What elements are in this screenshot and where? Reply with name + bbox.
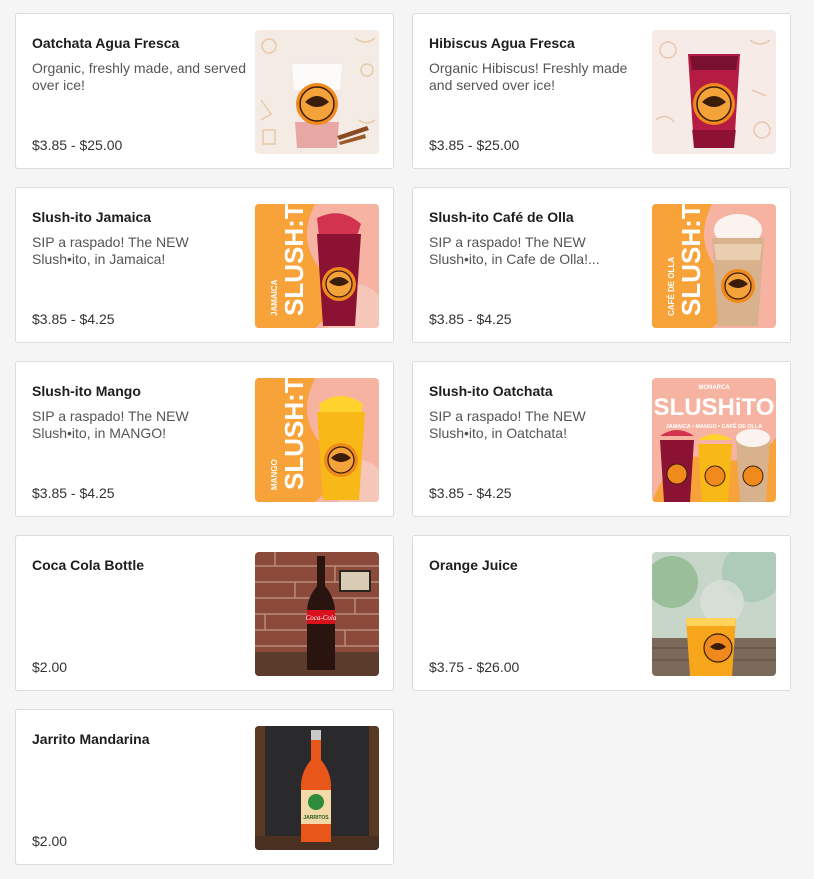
svg-text:Coca-Cola: Coca-Cola: [306, 614, 337, 622]
item-description: Organic Hibiscus! Freshly made and serve…: [429, 60, 628, 93]
item-price: $2.00: [32, 659, 68, 675]
item-price: $3.85 - $4.25: [429, 485, 512, 501]
svg-text:JAMAICA: JAMAICA: [270, 279, 279, 316]
item-price: $3.75 - $26.00: [429, 659, 520, 675]
item-price: $3.85 - $25.00: [429, 137, 520, 153]
slushito-logo: SLUSH:TO: [279, 204, 309, 316]
item-title: Oatchata Agua Fresca: [32, 35, 180, 51]
item-title: Slush-ito Oatchata: [429, 383, 553, 399]
svg-text:MANGO: MANGO: [270, 459, 279, 490]
item-title: Coca Cola Bottle: [32, 557, 145, 573]
item-description: SIP a raspado! The NEW Slush•ito, in Caf…: [429, 234, 600, 267]
menu-item-card[interactable]: Jarrito Mandarina $2.00 JARRITOS: [15, 709, 394, 865]
menu-item-card[interactable]: Coca Cola Bottle $2.00 Coca-Cola: [15, 535, 394, 691]
menu-item-card[interactable]: Slush-ito Jamaica SIP a raspado! The NEW…: [15, 187, 394, 343]
coca-cola-bottle-photo: Coca-Cola: [255, 552, 379, 676]
jarrito-bottle-photo: JARRITOS: [255, 726, 379, 850]
orange-juice-photo: [652, 552, 776, 676]
slushito-trio-photo: MONARCA SLUSHiTO JAMAICA • MANGO • CAFÉ …: [652, 378, 776, 502]
item-price: $3.85 - $4.25: [32, 485, 115, 501]
svg-text:JAMAICA • MANGO • CAFÉ DE OLLA: JAMAICA • MANGO • CAFÉ DE OLLA: [666, 422, 763, 430]
menu-item-card[interactable]: Hibiscus Agua Fresca Organic Hibiscus! F…: [412, 13, 791, 169]
item-price: $2.00: [32, 833, 68, 849]
svg-text:JARRITOS: JARRITOS: [303, 815, 329, 821]
oatchata-cup-photo: [255, 30, 379, 154]
slushito-cafe-photo: SLUSH:TO CAFÉ DE OLLA: [652, 204, 776, 328]
item-title: Hibiscus Agua Fresca: [429, 35, 575, 51]
slushito-mango-photo: SLUSH:TO MANGO: [255, 378, 379, 502]
item-description: SIP a raspado! The NEW Slush•ito, in Oat…: [429, 408, 586, 441]
svg-text:MONARCA: MONARCA: [698, 385, 730, 391]
item-title: Jarrito Mandarina: [32, 731, 150, 747]
item-title: Slush-ito Café de Olla: [429, 209, 574, 225]
slushito-logo: SLUSH:TO: [676, 204, 706, 316]
item-price: $3.85 - $4.25: [32, 311, 115, 327]
item-title: Slush-ito Jamaica: [32, 209, 152, 225]
item-price: $3.85 - $4.25: [429, 311, 512, 327]
menu-item-card[interactable]: Oatchata Agua Fresca Organic, freshly ma…: [15, 13, 394, 169]
item-title: Slush-ito Mango: [32, 383, 141, 399]
item-price: $3.85 - $25.00: [32, 137, 123, 153]
item-description: Organic, freshly made, and served over i…: [32, 60, 246, 93]
item-title: Orange Juice: [429, 557, 518, 573]
slushito-jamaica-photo: SLUSH:TO JAMAICA: [255, 204, 379, 328]
item-description: SIP a raspado! The NEW Slush•ito, in MAN…: [32, 408, 189, 441]
menu-item-card[interactable]: Orange Juice $3.75 - $26.00: [412, 535, 791, 691]
menu-item-card[interactable]: Slush-ito Mango SIP a raspado! The NEW S…: [15, 361, 394, 517]
slushito-logo: SLUSH:TO: [279, 378, 309, 490]
menu-item-card[interactable]: Slush-ito Oatchata SIP a raspado! The NE…: [412, 361, 791, 517]
slushito-logo: SLUSHiTO: [654, 394, 775, 421]
item-description: SIP a raspado! The NEW Slush•ito, in Jam…: [32, 234, 189, 267]
menu-item-card[interactable]: Slush-ito Café de Olla SIP a raspado! Th…: [412, 187, 791, 343]
hibiscus-cup-photo: [652, 30, 776, 154]
menu-grid: Oatchata Agua Fresca Organic, freshly ma…: [0, 0, 814, 879]
svg-text:CAFÉ DE OLLA: CAFÉ DE OLLA: [667, 257, 676, 316]
